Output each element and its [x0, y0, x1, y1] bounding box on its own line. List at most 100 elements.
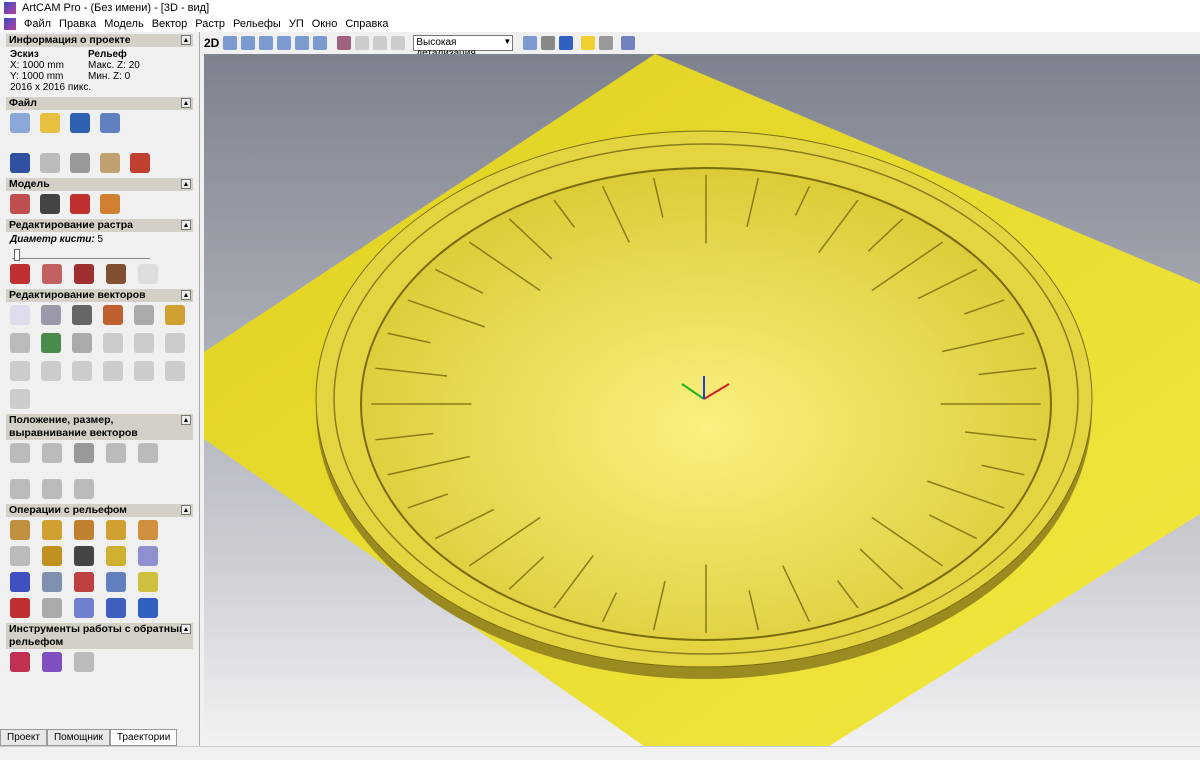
menu-help[interactable]: Справка — [345, 18, 388, 30]
2d-view-button[interactable]: 2D — [204, 36, 219, 50]
save-icon[interactable] — [70, 113, 90, 133]
3d-view[interactable] — [204, 54, 1200, 746]
collapse-icon[interactable]: ▲ — [181, 505, 191, 515]
extrude-icon[interactable] — [42, 520, 62, 540]
open-file-icon[interactable] — [40, 113, 60, 133]
material-icon[interactable] — [599, 36, 614, 50]
slice-icon[interactable] — [42, 598, 62, 618]
menu-raster[interactable]: Растр — [195, 18, 225, 30]
block-copy-icon[interactable] — [106, 443, 126, 463]
collapse-icon[interactable]: ▲ — [181, 220, 191, 230]
grid-view-icon[interactable] — [541, 36, 556, 50]
nodes-icon[interactable] — [103, 333, 123, 353]
spin-icon[interactable] — [106, 520, 126, 540]
brush-slider[interactable] — [12, 249, 150, 261]
wave-icon[interactable] — [165, 333, 185, 353]
weld-icon[interactable] — [103, 361, 123, 381]
zero-relief-icon[interactable] — [10, 598, 30, 618]
model-resolution-icon[interactable] — [70, 194, 90, 214]
rubber-icon[interactable] — [106, 264, 126, 284]
paste-icon[interactable] — [130, 153, 150, 173]
shape-editor-icon[interactable] — [10, 520, 30, 540]
relief-wizard-icon[interactable] — [138, 598, 158, 618]
text-icon[interactable] — [103, 305, 123, 325]
menu-reliefs[interactable]: Рельефы — [233, 18, 281, 30]
offset-icon[interactable] — [41, 361, 61, 381]
draw-icon[interactable] — [10, 264, 30, 284]
fillet-icon[interactable] — [134, 361, 154, 381]
zoom-out-icon[interactable] — [277, 36, 292, 50]
zoom-box-icon[interactable] — [295, 36, 310, 50]
color-picker-icon[interactable] — [74, 264, 94, 284]
circle-copy-icon[interactable] — [42, 443, 62, 463]
clipart-icon[interactable] — [10, 572, 30, 592]
section-file[interactable]: Файл ▲ — [6, 97, 193, 110]
menu-file[interactable]: Файл — [24, 18, 51, 30]
light-icon[interactable] — [581, 36, 596, 50]
model-setup-icon[interactable] — [10, 194, 30, 214]
cloud-icon[interactable] — [138, 264, 158, 284]
slider-handle[interactable] — [14, 249, 20, 261]
triangle-mesh-icon[interactable] — [74, 598, 94, 618]
zoom-in-icon[interactable] — [259, 36, 274, 50]
menu-vector[interactable]: Вектор — [152, 18, 188, 30]
save-as-icon[interactable] — [100, 113, 120, 133]
axes-icon[interactable] — [559, 36, 574, 50]
bevel-icon[interactable] — [106, 546, 126, 566]
lay-icon[interactable] — [138, 546, 158, 566]
transform-icon[interactable] — [41, 305, 61, 325]
side-view-icon[interactable] — [373, 36, 388, 50]
collapse-icon[interactable]: ▲ — [181, 415, 191, 425]
smooth-relief-icon[interactable] — [106, 572, 126, 592]
top-view-icon[interactable] — [391, 36, 406, 50]
model-image-icon[interactable] — [100, 194, 120, 214]
face-icon[interactable] — [74, 546, 94, 566]
nesting-icon[interactable] — [74, 443, 94, 463]
reverse-merge-icon[interactable] — [74, 652, 94, 672]
collapse-icon[interactable]: ▲ — [181, 98, 191, 108]
select-icon[interactable] — [10, 305, 30, 325]
undo-icon[interactable] — [10, 153, 30, 173]
pan-icon[interactable] — [241, 36, 256, 50]
mirror-icon[interactable] — [10, 479, 30, 499]
import-image-icon[interactable] — [40, 194, 60, 214]
menu-edit[interactable]: Правка — [59, 18, 96, 30]
section-raster-edit[interactable]: Редактирование растра ▲ — [6, 219, 193, 232]
vector-frame-icon[interactable] — [72, 333, 92, 353]
menu-toolpaths[interactable]: УП — [289, 18, 304, 30]
reverse-lay-icon[interactable] — [42, 652, 62, 672]
rectangle-icon[interactable] — [72, 305, 92, 325]
join-icon[interactable] — [10, 361, 30, 381]
plane-icon[interactable] — [523, 36, 538, 50]
collapse-icon[interactable]: ▲ — [181, 624, 191, 634]
section-project-info[interactable]: Информация о проекте ▲ — [6, 34, 193, 47]
iso-view-icon[interactable] — [337, 36, 352, 50]
app-menu-icon[interactable] — [4, 18, 16, 30]
menu-window[interactable]: Окно — [312, 18, 338, 30]
wrap-icon[interactable] — [42, 479, 62, 499]
star-icon[interactable] — [10, 389, 30, 409]
cut-icon[interactable] — [70, 153, 90, 173]
scale-icon[interactable] — [138, 443, 158, 463]
section-vector-edit[interactable]: Редактирование векторов ▲ — [6, 289, 193, 302]
render-icon[interactable] — [621, 36, 636, 50]
sweep-icon[interactable] — [10, 546, 30, 566]
tab-toolpaths[interactable]: Траектории — [109, 729, 178, 746]
texture-relief-icon[interactable] — [106, 598, 126, 618]
fill-icon[interactable] — [42, 264, 62, 284]
tab-project[interactable]: Проект — [0, 729, 47, 746]
shapes-icon[interactable] — [134, 305, 154, 325]
copy-icon[interactable] — [100, 153, 120, 173]
collapse-icon[interactable]: ▲ — [181, 35, 191, 45]
section-model[interactable]: Модель ▲ — [6, 178, 193, 191]
zoom-fit-icon[interactable] — [313, 36, 328, 50]
bitmap-to-vector-icon[interactable] — [41, 333, 61, 353]
two-rail-icon[interactable] — [138, 520, 158, 540]
collapse-icon[interactable]: ▲ — [181, 179, 191, 189]
tab-assistant[interactable]: Помощник — [46, 729, 110, 746]
revolve-icon[interactable] — [74, 520, 94, 540]
section-relief-ops[interactable]: Операции с рельефом ▲ — [6, 504, 193, 517]
grid-icon[interactable] — [10, 333, 30, 353]
import-vector-icon[interactable] — [165, 305, 185, 325]
detail-select[interactable]: Высокая детализация — [413, 35, 514, 59]
